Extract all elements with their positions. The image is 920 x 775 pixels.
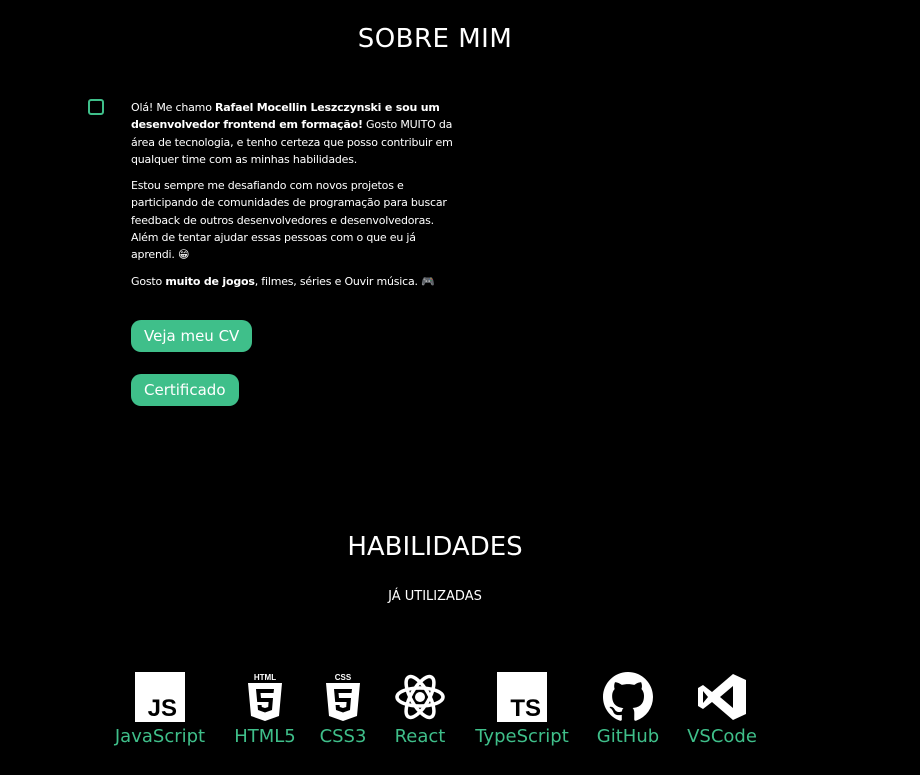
javascript-icon: JS [110,672,210,722]
skill-label: GitHub [596,726,660,747]
skill-css3: CSS CSS3 [313,672,373,747]
skill-javascript: JS JavaScript [110,672,210,747]
typescript-icon: TS [468,672,576,722]
view-cv-button[interactable]: Veja meu CV [131,320,253,352]
skills-subtitle: JÁ UTILIZADAS [388,589,482,604]
skill-label: VSCode [687,726,757,747]
svg-text:TS: TS [510,695,541,722]
skill-html5: HTML HTML5 [230,672,300,747]
skills-title: HABILIDADES [347,532,523,562]
skill-vscode: VSCode [680,672,764,747]
skill-react: React [385,672,455,747]
css3-icon: CSS [313,672,373,722]
skill-label: TypeScript [475,726,569,747]
github-icon [593,672,663,722]
profile-photo-placeholder [88,99,104,115]
skill-github: GitHub [593,672,663,747]
svg-text:JS: JS [148,695,177,722]
about-paragraph-2: Estou sempre me desafiando com novos pro… [131,179,447,262]
about-text: Olá! Me chamo Rafael Mocellin Leszczynsk… [131,99,461,299]
skill-label: JavaScript [114,726,206,747]
react-icon [385,672,455,722]
svg-text:CSS: CSS [335,673,352,682]
html5-icon: HTML [230,672,300,722]
about-paragraph-1: Olá! Me chamo Rafael Mocellin Leszczynsk… [131,101,453,166]
svg-text:HTML: HTML [254,673,276,682]
skill-label: React [394,726,446,747]
skill-typescript: TS TypeScript [468,672,576,747]
vscode-icon [680,672,764,722]
skill-label: CSS3 [319,726,367,747]
about-paragraph-3: Gosto muito de jogos, filmes, séries e O… [131,274,435,288]
about-title: SOBRE MIM [357,24,513,54]
skill-label: HTML5 [234,726,296,747]
certificate-button[interactable]: Certificado [131,374,239,406]
